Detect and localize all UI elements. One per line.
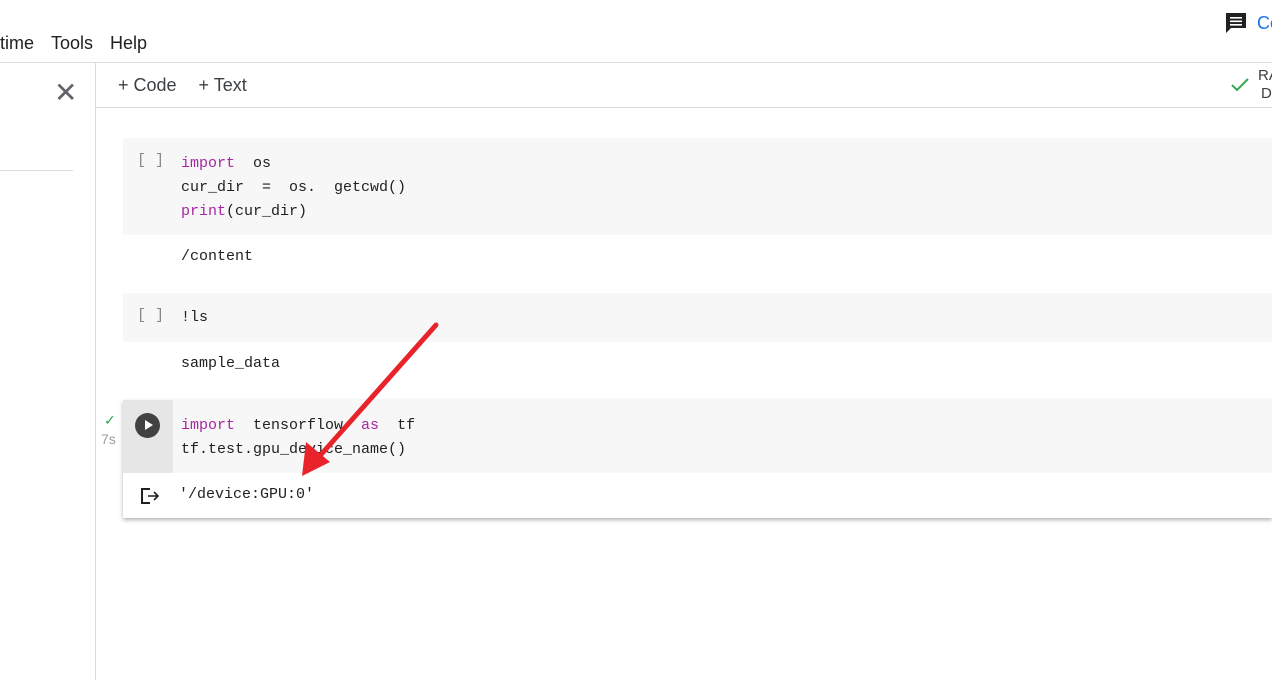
cell-output: /content: [181, 248, 254, 265]
add-code-button[interactable]: + Code: [118, 75, 177, 96]
toolbar: + Code + Text: [118, 75, 247, 96]
add-text-button[interactable]: + Text: [199, 75, 247, 96]
code-text: (cur_dir): [226, 203, 308, 220]
disk-label: Di: [1261, 85, 1272, 102]
run-icon[interactable]: [135, 413, 160, 438]
divider: [0, 62, 1272, 63]
code-text: os: [235, 155, 272, 172]
divider: [96, 107, 1272, 108]
code-text: tensorflow: [235, 417, 362, 434]
cell-output: '/device:GPU:0': [179, 486, 315, 503]
comment-label: Co: [1257, 12, 1272, 33]
output-icon[interactable]: [140, 487, 160, 505]
menu-help[interactable]: Help: [110, 33, 147, 54]
cell-output: sample_data: [181, 355, 281, 372]
keyword: as: [361, 417, 380, 434]
code-text: tf: [379, 417, 416, 434]
close-icon[interactable]: ✕: [54, 79, 77, 107]
code-cell[interactable]: [ ] !ls: [123, 293, 1272, 342]
code-editor[interactable]: !ls: [181, 306, 208, 330]
run-cell-button[interactable]: [ ]: [137, 307, 164, 324]
check-icon: [1231, 78, 1249, 92]
code-cell[interactable]: [ ] import os cur_dir = os. getcwd() pri…: [123, 138, 1272, 235]
ram-disk-indicator[interactable]: RADi: [1230, 67, 1272, 103]
execution-time: 7s: [101, 431, 116, 447]
code-text: tf.test.gpu_device_name(): [181, 441, 407, 458]
keyword: import: [181, 417, 236, 434]
menu-runtime[interactable]: time: [0, 33, 34, 54]
code-text: !ls: [181, 309, 209, 326]
code-editor[interactable]: import tensorflow as tf tf.test.gpu_devi…: [173, 400, 1272, 473]
keyword: print: [181, 203, 227, 220]
run-cell-button[interactable]: [ ]: [137, 152, 164, 169]
comment-icon: [1226, 13, 1246, 33]
active-code-cell[interactable]: import tensorflow as tf tf.test.gpu_devi…: [123, 400, 1272, 518]
cell-gutter: [123, 400, 173, 473]
ram-label: RA: [1258, 67, 1272, 84]
sidebar-divider: [95, 62, 96, 680]
comment-button[interactable]: Co: [1225, 12, 1272, 34]
code-editor[interactable]: import os cur_dir = os. getcwd() print(c…: [181, 152, 406, 224]
success-check-icon: ✓: [104, 412, 116, 428]
divider: [0, 170, 73, 171]
code-text: cur_dir = os. getcwd(): [181, 179, 407, 196]
menu-tools[interactable]: Tools: [51, 33, 93, 54]
menu-bar: time Tools Help: [0, 33, 147, 54]
keyword: import: [181, 155, 236, 172]
